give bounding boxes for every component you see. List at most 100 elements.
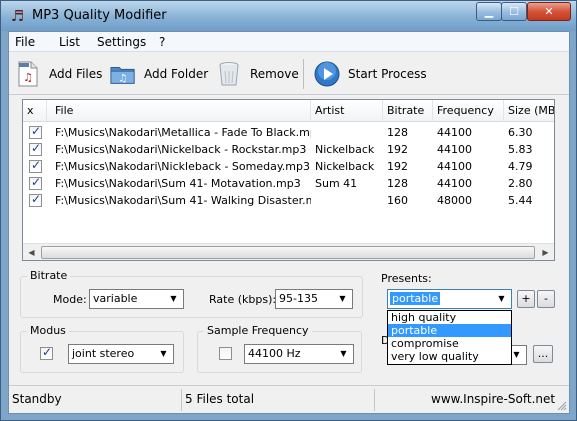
column-size[interactable]: Size (MB) [504,100,554,122]
remove-button[interactable]: Remove [216,59,299,89]
preset-option-high-quality[interactable]: high quality [388,311,511,324]
artist: Nickelback [315,143,375,156]
table-row[interactable]: F:\Musics\Nakodari\Nickleback - Someday.… [23,158,554,175]
row-checkbox[interactable] [29,141,42,156]
presents-dropdown-list: high quality portable compromise very lo… [387,310,512,365]
music-folder-icon: ♫ [110,61,136,87]
size: 6.30 [508,126,533,139]
row-checkbox[interactable] [29,175,42,190]
mode-value: variable [93,292,138,305]
rate-label: Rate (kbps): [209,293,277,306]
table-row[interactable]: F:\Musics\Nakodari\Sum 41- Walking Disas… [23,192,554,209]
artist [311,192,383,209]
chevron-down-icon: ▼ [340,349,347,358]
artist [311,124,383,141]
row-checkbox[interactable] [29,192,42,207]
sample-frequency-select[interactable]: 44100 Hz ▼ [244,344,354,364]
add-folder-label: Add Folder [144,67,209,81]
status-divider [181,389,182,411]
start-process-button[interactable]: Start Process [314,59,427,89]
menu-help[interactable]: ? [159,35,165,49]
column-frequency[interactable]: Frequency [433,100,504,122]
chevron-down-icon: ▼ [160,349,167,358]
close-button[interactable]: ✕ [527,2,571,21]
add-folder-button[interactable]: ♫ Add Folder [110,59,208,89]
menu-settings[interactable]: Settings [97,35,146,49]
row-checkbox[interactable] [29,124,42,139]
status-website[interactable]: www.Inspire-Soft.net [431,392,555,406]
column-artist[interactable]: Artist [311,100,383,122]
menu-file[interactable]: File [15,35,35,49]
presents-value: portable [390,292,441,305]
sample-frequency-group: Sample Frequency 44100 Hz ▼ [197,324,362,373]
add-files-label: Add Files [49,67,103,81]
recycle-bin-icon [216,61,242,87]
presents-label: Presents: [381,272,432,285]
minimize-button[interactable]: ▁ [476,2,502,21]
preset-option-very-low-quality[interactable]: very low quality [388,350,511,363]
size: 5.83 [508,143,533,156]
bitrate-group-label: Bitrate [27,269,71,282]
row-checkbox[interactable] [29,158,42,173]
frequency: 44100 [437,143,472,156]
frequency: 44100 [437,160,472,173]
mode-label: Mode: [53,293,87,306]
table-row[interactable]: F:\Musics\Nakodari\Sum 41- Motavation.mp… [23,175,554,192]
title-bar[interactable]: ♬ MP3 Quality Modifier ▁ ☐ ✕ [1,1,576,31]
frequency: 44100 [437,177,472,190]
file-path: F:\Musics\Nakodari\Sum 41- Motavation.mp… [55,177,301,190]
file-path: F:\Musics\Nakodari\Sum 41- Walking Disas… [55,194,311,207]
remove-preset-button[interactable]: - [537,290,555,308]
column-file[interactable]: File [51,100,311,122]
table-row[interactable]: F:\Musics\Nakodari\Nickelback - Rockstar… [23,141,554,158]
music-note-icon: ♬ [10,7,25,25]
maximize-button[interactable]: ☐ [501,2,527,21]
start-process-label: Start Process [348,67,427,81]
size: 2.80 [508,177,533,190]
chevron-down-icon: ▼ [339,294,346,303]
menu-list[interactable]: List [59,35,80,49]
list-header: x File Artist Bitrate Frequency Size (MB… [23,100,554,122]
scroll-left-icon[interactable]: ◀ [23,244,40,261]
modus-group-label: Modus [27,324,69,337]
file-list[interactable]: x File Artist Bitrate Frequency Size (MB… [22,99,555,261]
bitrate-group: Bitrate Mode: variable ▼ Rate (kbps): 95… [20,269,363,318]
status-state: Standby [12,392,62,406]
artist: Nickelback [315,160,375,173]
bitrate: 192 [387,143,408,156]
scroll-right-icon[interactable]: ▶ [537,244,554,261]
toolbar-separator [303,59,304,89]
sample-frequency-value: 44100 Hz [248,347,301,360]
resize-grip-icon[interactable] [557,401,567,411]
bitrate: 192 [387,160,408,173]
sample-frequency-checkbox[interactable] [219,347,232,360]
menu-bar: File List Settings ? [9,32,569,52]
preset-option-portable[interactable]: portable [388,324,511,337]
client-area: File List Settings ? ♫ Add Files ♫ Add F… [8,31,570,414]
horizontal-scrollbar[interactable]: ◀ ▶ [23,243,554,260]
chevron-down-icon: ▼ [498,294,505,303]
chevron-down-icon: ▼ [170,294,177,303]
play-icon [314,61,340,87]
column-check[interactable]: x [23,100,47,122]
bitrate: 128 [387,126,408,139]
toolbar: ♫ Add Files ♫ Add Folder Remove Start Pr… [9,53,569,95]
preset-option-compromise[interactable]: compromise [388,337,511,350]
scrollbar-thumb[interactable] [41,246,535,259]
modus-checkbox[interactable] [40,345,53,360]
rate-select[interactable]: 95-135 ▼ [275,289,353,309]
sample-frequency-group-label: Sample Frequency [204,324,312,337]
window-title: MP3 Quality Modifier [32,8,167,23]
mode-select[interactable]: variable ▼ [89,289,184,309]
app-window: ♬ MP3 Quality Modifier ▁ ☐ ✕ File List S… [0,0,577,421]
modus-select[interactable]: joint stereo ▼ [68,344,174,364]
file-path: F:\Musics\Nakodari\Nickleback - Someday.… [55,160,310,173]
add-preset-button[interactable]: + [517,290,535,308]
column-bitrate[interactable]: Bitrate [383,100,433,122]
add-files-button[interactable]: ♫ Add Files [15,59,102,89]
audio-file-icon: ♫ [15,61,41,87]
status-file-count: 5 Files total [185,392,255,406]
table-row[interactable]: F:\Musics\Nakodari\Metallica - Fade To B… [23,124,554,141]
browse-button[interactable]: ... [533,345,553,363]
presents-select[interactable]: portable ▼ [387,289,512,309]
